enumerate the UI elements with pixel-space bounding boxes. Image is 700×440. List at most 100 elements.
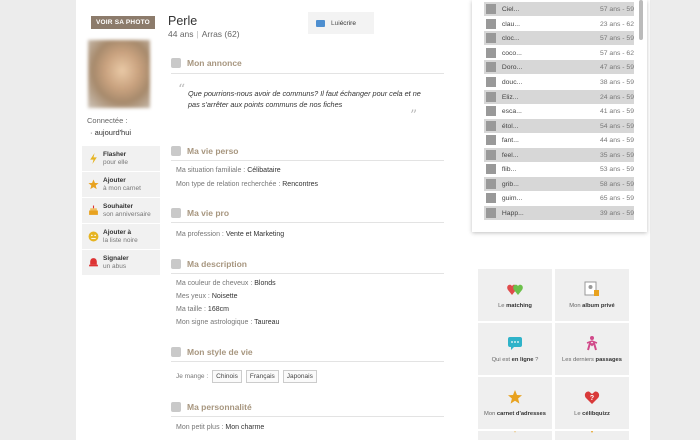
action-sub: son anniversaire — [103, 210, 151, 218]
matching-icon — [507, 284, 523, 295]
user-settings-icon — [514, 431, 516, 433]
action-sub: pour elle — [103, 158, 128, 166]
action-label: Ajouter — [103, 176, 126, 184]
profile-name: Perle — [168, 14, 198, 28]
action-label: Ajouter à — [103, 228, 132, 236]
list-item[interactable]: douc... 38 ans - 59 — [484, 75, 634, 89]
divider — [171, 416, 444, 417]
tile-label: Mon carnet d'adresses — [484, 411, 546, 417]
situation-line: Ma situation familiale : Célibataire — [176, 167, 281, 174]
list-item[interactable]: Doro... 47 ans - 59 — [484, 60, 634, 74]
connection-status: Connectée : · aujourd'hui — [87, 115, 131, 139]
tile-private-album[interactable]: Mon album privé — [555, 269, 629, 321]
member-thumbnail — [486, 179, 496, 189]
member-thumbnail — [486, 77, 496, 87]
tag: Chinois — [212, 370, 242, 383]
profession-line: Ma profession : Vente et Marketing — [176, 231, 285, 238]
action-sub: à mon carnet — [103, 184, 141, 192]
members-panel: Ciel... 57 ans - 59 clau... 23 ans - 62 cl… — [472, 0, 647, 232]
list-item[interactable]: guim... 65 ans - 59 — [484, 191, 634, 205]
member-thumbnail — [486, 62, 496, 72]
blacklist-button[interactable]: Ajouter à la liste noire — [82, 224, 160, 250]
speech-bubble-icon — [171, 58, 181, 68]
tile-label: Les derniers passages — [562, 357, 622, 363]
action-label: Souhaiter — [103, 202, 133, 210]
member-thumbnail — [486, 121, 496, 131]
tile-matching[interactable]: Le matching — [478, 269, 552, 321]
tile-label: Qui est en ligne ? — [491, 357, 539, 363]
tile-address-book[interactable]: Mon carnet d'adresses — [478, 377, 552, 429]
list-item[interactable]: Ciel... 57 ans - 59 — [484, 2, 634, 16]
tag: Français — [245, 370, 279, 383]
list-item[interactable]: Happ... 39 ans - 59 — [484, 206, 634, 220]
ticket-icon — [591, 431, 593, 433]
id-card-icon — [171, 259, 181, 269]
write-prefix: Lui — [331, 19, 340, 27]
list-item[interactable]: esca... 41 ans - 59 — [484, 104, 634, 118]
alert-icon — [89, 258, 98, 267]
tile-label: Le matching — [498, 303, 532, 309]
flash-button[interactable]: Flasher pour elle — [82, 146, 160, 172]
cake-icon — [89, 205, 98, 215]
tile-label: Mon album privé — [569, 303, 615, 309]
member-thumbnail — [486, 106, 496, 116]
briefcase-icon — [171, 208, 181, 218]
write-message-button[interactable]: Lui écrire — [308, 12, 374, 34]
eat-label: Je mange : — [176, 373, 209, 380]
plus-line: Mon petit plus : Mon charme — [176, 424, 265, 431]
report-abuse-button[interactable]: Signaler un abus — [82, 250, 160, 276]
member-thumbnail — [486, 164, 496, 174]
quote-close-icon: ” — [410, 108, 418, 124]
section-title-vie-perso: Ma vie perso — [171, 146, 239, 156]
divider — [171, 273, 444, 274]
list-item[interactable]: clau... 23 ans - 62 — [484, 17, 634, 31]
add-to-contacts-button[interactable]: Ajouter à mon carnet — [82, 172, 160, 198]
list-item[interactable]: grib... 58 ans - 59 — [484, 177, 634, 191]
album-icon — [584, 281, 599, 296]
connected-label: Connectée : — [87, 116, 128, 125]
blacklist-icon — [88, 231, 99, 242]
lifestyle-icon — [171, 347, 181, 357]
scrollbar[interactable] — [639, 0, 643, 40]
list-item[interactable]: coco... 57 ans - 62 — [484, 46, 634, 60]
member-thumbnail — [486, 208, 496, 218]
divider — [171, 361, 444, 362]
action-label: Flasher — [103, 150, 127, 158]
member-thumbnail — [486, 193, 496, 203]
see-photo-button[interactable]: VOIR SA PHOTO — [91, 16, 155, 29]
member-thumbnail — [486, 33, 496, 43]
avatar[interactable] — [88, 40, 150, 108]
list-item[interactable]: Eliz... 24 ans - 59 — [484, 90, 634, 104]
list-item[interactable]: étol... 54 ans - 59 — [484, 119, 634, 133]
action-sub: un abus — [103, 262, 127, 270]
tile-partial[interactable] — [478, 431, 552, 440]
quiz-icon: ? — [584, 391, 600, 404]
food-tags: Je mange : Chinois Français Japonais — [176, 370, 317, 383]
relation-line: Mon type de relation recherchée : Rencon… — [176, 181, 319, 188]
list-item[interactable]: fant... 44 ans - 59 — [484, 133, 634, 147]
member-thumbnail — [486, 4, 496, 14]
tile-celibquizz[interactable]: ? Le célibquizz — [555, 377, 629, 429]
member-thumbnail — [486, 92, 496, 102]
list-item[interactable]: cloc... 57 ans - 59 — [484, 31, 634, 45]
list-item[interactable]: feel... 35 ans - 59 — [484, 148, 634, 162]
eyes-line: Mes yeux : Noisette — [176, 293, 238, 300]
divider — [171, 222, 444, 223]
height-line: Ma taille : 168cm — [176, 306, 229, 313]
tile-online[interactable]: Qui est en ligne ? — [478, 323, 552, 375]
member-thumbnail — [486, 150, 496, 160]
list-item[interactable]: flib... 53 ans - 59 — [484, 162, 634, 176]
lightning-icon — [90, 153, 97, 164]
member-thumbnail — [486, 48, 496, 58]
tag: Japonais — [282, 370, 317, 383]
profile-city: Arras (62) — [201, 29, 240, 39]
tile-last-visits[interactable]: Les derniers passages — [555, 323, 629, 375]
connected-when: · aujourd'hui — [90, 128, 132, 137]
quote-open-icon: “ — [178, 82, 186, 98]
birthday-button[interactable]: Souhaiter son anniversaire — [82, 198, 160, 224]
tile-partial[interactable] — [555, 431, 629, 440]
section-title-description: Ma description — [171, 259, 247, 269]
profile-age: 44 ans — [168, 29, 194, 39]
envelope-icon — [316, 19, 325, 27]
member-thumbnail — [486, 135, 496, 145]
